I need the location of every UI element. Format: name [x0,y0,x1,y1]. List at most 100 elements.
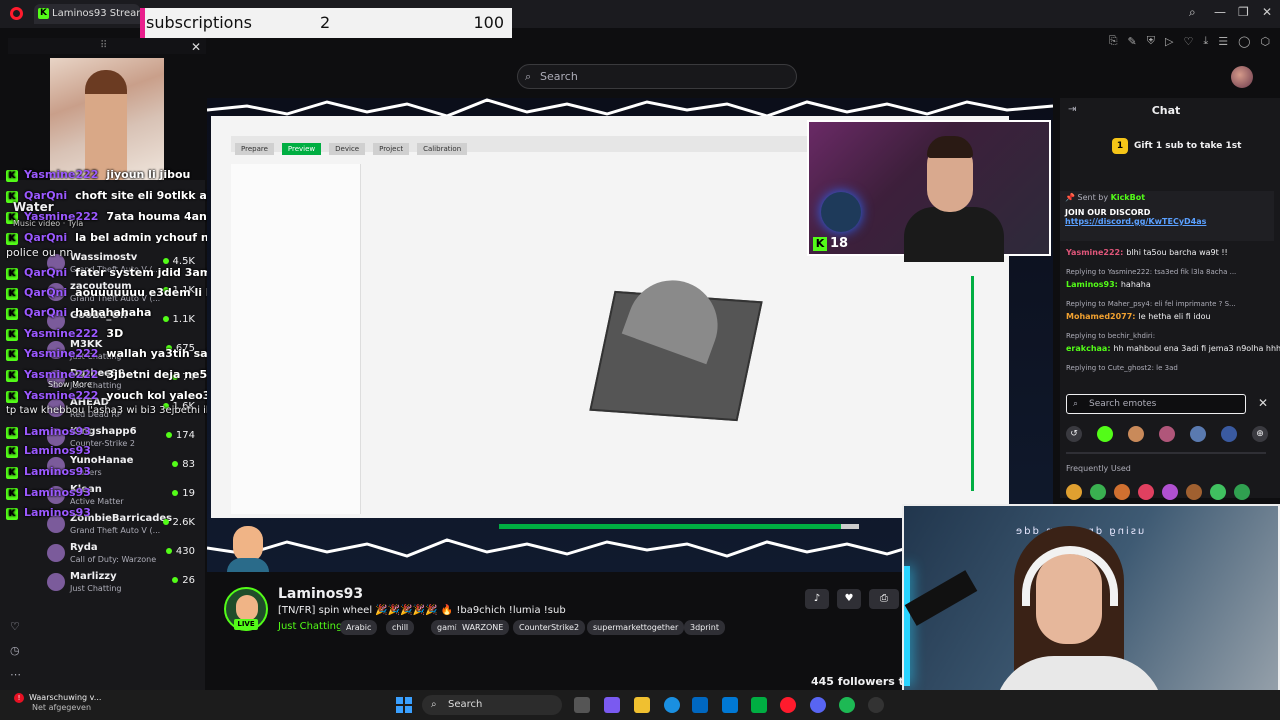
pip-close-icon[interactable]: ✕ [191,40,201,54]
recent-emotes-icon[interactable]: ↺ [1066,426,1082,442]
stream-tag[interactable]: chill [386,620,415,635]
emote[interactable] [1138,484,1154,500]
emote-set-icon-4[interactable]: ⊕ [1252,426,1268,442]
profile-icon[interactable]: ◯ [1238,35,1250,48]
emote-set-icon-3[interactable] [1221,426,1237,442]
chat-username[interactable]: Laminos93: [1066,280,1118,289]
kick-badge-icon: K [6,427,18,439]
emote-set-icon-1[interactable] [1159,426,1175,442]
kick-badge-icon: K [6,329,18,341]
maximize-icon[interactable]: ❐ [1238,5,1249,19]
overlay-text-police: police ou nn [6,246,74,259]
emote[interactable] [1114,484,1130,500]
stream-category[interactable]: Just Chatting [278,621,342,632]
stream-tag[interactable]: Arabic [340,620,378,635]
task-view-icon[interactable] [574,697,590,713]
taskbar-search[interactable]: ⌕ Search [422,695,562,715]
opera-logo-icon[interactable] [10,7,23,20]
edit-icon[interactable]: ✎ [1128,35,1137,48]
taskbar-search-label: Search [448,699,483,710]
kick-favicon-icon: K [38,8,49,19]
kick-badge-icon: K [6,467,18,479]
overlay-chat-message: wallah ya3tih sa7a [106,347,223,360]
emote-search-input[interactable]: ⌕ Search emotes [1066,394,1246,414]
emote[interactable] [1210,484,1226,500]
channel-emotes-icon[interactable] [1128,426,1144,442]
windows-start-icon[interactable] [396,697,412,713]
gift-sub-banner[interactable]: 1 Gift 1 sub to take 1st [1112,138,1241,154]
channel-viewers: 26 [172,575,195,586]
screenshot-icon[interactable]: ⎘ [1109,34,1118,48]
slicer-settings-panel [231,164,361,514]
sidebar-channel[interactable]: Marlizzy Just Chatting 26 [0,569,205,598]
emote-set-icon-2[interactable] [1190,426,1206,442]
pinned-sender: KickBot [1110,193,1146,202]
kick-emotes-icon[interactable] [1097,426,1113,442]
overlay-chat-line: K QarQni hahahahaha [6,306,151,320]
discord-icon[interactable] [810,697,826,713]
spotify-icon[interactable] [839,697,855,713]
heart-icon[interactable]: ♡ [1183,35,1193,48]
edge-icon[interactable] [664,697,680,713]
stream-tag[interactable]: CounterStrike2 [513,620,586,635]
overlay-chat-user: QarQni [24,231,68,244]
stream-tag[interactable]: supermarkettogether [587,620,685,635]
outlook-icon[interactable] [722,697,738,713]
close-window-icon[interactable]: ✕ [1262,5,1272,19]
download-icon[interactable]: ⤓ [1203,34,1208,48]
browser-tab[interactable]: K Laminos93 Stream - Wat [34,4,140,24]
overlay-chat-line: K Laminos93 [6,425,99,439]
emote[interactable] [1066,484,1082,500]
user-avatar[interactable] [1231,66,1253,88]
menu-icon[interactable]: ☰ [1218,35,1228,48]
opera-icon[interactable] [780,697,796,713]
copilot-icon[interactable] [604,697,620,713]
extension-icon[interactable]: ⬡ [1260,35,1270,48]
heart-icon[interactable]: ♡ [10,620,20,633]
browser-search-icon[interactable]: ⌕ [1189,5,1196,20]
chat-message[interactable]: erakchaa: hh mahboul ena 3adi fi jema3 n9… [1066,344,1280,353]
more-icon[interactable]: ⋯ [10,668,21,681]
minimize-icon[interactable]: — [1214,5,1226,19]
sidebar-channel[interactable]: Ryda Call of Duty: Warzone 430 [0,540,205,569]
emote-close-icon[interactable]: ✕ [1258,396,1268,410]
streamer-name[interactable]: Laminos93 [278,586,363,602]
stream-tag[interactable]: WARZONE [456,620,510,635]
kick-logo-icon: K [813,237,827,251]
chat-username[interactable]: Mohamed2077: [1066,312,1136,321]
show-more-link[interactable]: Show More [48,380,92,389]
gift-sub-button[interactable]: ⎙ [869,589,899,609]
pip-video[interactable] [50,58,164,180]
stream-tag[interactable]: 3dprint [684,620,725,635]
pinned-link[interactable]: https://discord.gg/KwTECyD4as [1065,217,1269,226]
overlay-chat-line: K QarQni fater system jdid 3amlou [6,266,230,280]
stream-title: [TN/FR] spin wheel 🎉🎉🎉🎉🎉 🔥 !ba9chich !lu… [278,605,566,616]
emote[interactable] [1090,484,1106,500]
chat-username[interactable]: Yasmine222: [1066,248,1123,257]
emote[interactable] [1234,484,1250,500]
drag-handle-icon[interactable]: ⠿ [100,40,107,51]
follow-heart-button[interactable]: ♥ [837,589,861,609]
shield-icon[interactable]: ⛨ [1147,34,1155,48]
bambu-studio-icon[interactable] [751,697,767,713]
chat-message[interactable]: Mohamed2077: le hetha eli fi idou [1066,312,1211,321]
stream-player[interactable]: Prepare Preview Device Project Calibration K… [207,98,1053,572]
app-icon[interactable] [868,697,884,713]
emote[interactable] [1186,484,1202,500]
subscription-goal: 100 [473,13,504,32]
taskbar-notification[interactable]: ! Waarschuwing v... Net afgegeven [14,693,101,712]
history-icon[interactable]: ◷ [10,644,20,657]
chat-username[interactable]: erakchaa: [1066,344,1111,353]
play-icon[interactable]: ▷ [1165,35,1173,48]
guest-webcam: using dropcam dde [902,504,1280,718]
site-search-input[interactable]: ⌕ Search [517,64,797,89]
notification-bell-button[interactable]: ♪ [805,589,829,609]
store-icon[interactable] [692,697,708,713]
chat-message[interactable]: Yasmine222: blhi ta5ou barcha wa9t !! [1066,248,1228,257]
subscription-accent [140,8,145,38]
channel-category: Grand Theft Auto V (... [70,526,161,535]
file-explorer-icon[interactable] [634,697,650,713]
kick-badge-icon: K [6,370,18,382]
emote[interactable] [1162,484,1178,500]
chat-message[interactable]: Laminos93: hahaha [1066,280,1151,289]
